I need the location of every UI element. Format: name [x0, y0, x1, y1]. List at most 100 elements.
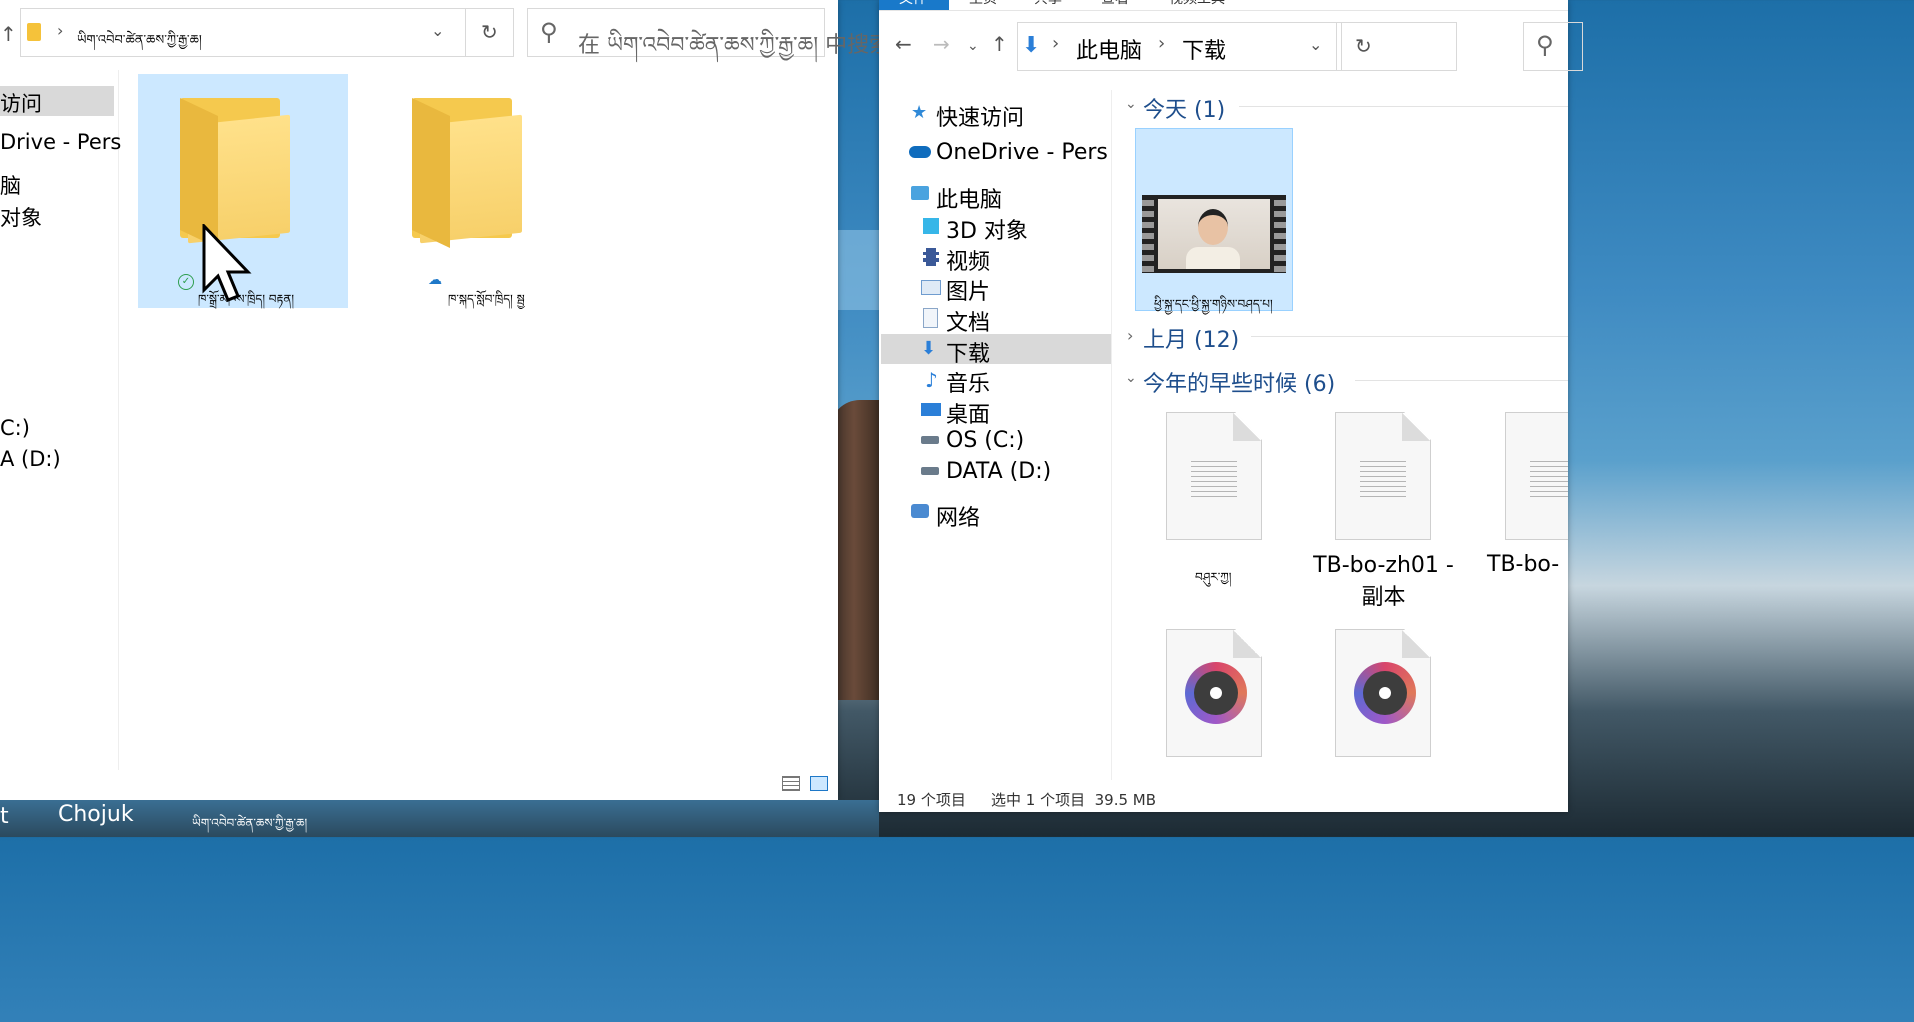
taskbar: t Chojuk ཡིག་འབེབ་ཚེན་ཆས་ཀྱི་རྒྱ་ཆ།: [0, 800, 879, 837]
nav-item-this-pc[interactable]: 此电脑: [936, 182, 1002, 214]
download-icon: ⬇: [1022, 33, 1041, 58]
chevron-right-icon: ›: [1052, 33, 1060, 54]
ribbon: 文件 主页 共享 查看 视频工具: [879, 0, 1568, 11]
music-disc-icon: [1185, 662, 1247, 724]
film-icon: [923, 248, 939, 266]
forward-arrow-icon[interactable]: →: [933, 32, 950, 56]
search-icon: ⚲: [540, 18, 558, 46]
search-box[interactable]: ⚲: [1523, 22, 1583, 71]
file-name: TB-bo-: [1487, 552, 1560, 577]
address-bar[interactable]: ⬇ › 此电脑 › 下载: [1017, 22, 1337, 71]
file-name: ཕྱི་སྐྱ་དང་ཕྱི་སྐྱ་གཉིས་བཤད་པ།: [1154, 297, 1273, 311]
details-view-icon[interactable]: [782, 776, 800, 791]
audio-file-item[interactable]: [1335, 629, 1431, 779]
drive-os-icon: [921, 436, 939, 444]
search-placeholder: 在 ཡིག་འབེབ་ཚེན་ཆས་ཀྱི་རྒྱ་ཆ། 中搜索: [578, 33, 892, 58]
text-document-icon: [1505, 412, 1568, 540]
address-path: ཡིག་འབེབ་ཚེན་ཆས་ཀྱི་རྒྱ་ཆ།: [77, 33, 202, 48]
chevron-down-icon[interactable]: ⌄: [1309, 35, 1322, 54]
download-icon: ⬇: [921, 338, 937, 359]
tab-home[interactable]: 主页: [969, 0, 997, 8]
drive-icon: [921, 467, 939, 475]
nav-item-quick-access[interactable]: 访问: [0, 88, 42, 118]
item-count: 19 个项目: [897, 791, 966, 809]
audio-document-icon: [1166, 629, 1262, 757]
nav-item-videos[interactable]: 视频: [946, 244, 990, 276]
large-icons-view-icon[interactable]: [810, 776, 828, 791]
file-item[interactable]: བཤུར་ཀྱ།: [1159, 412, 1309, 612]
refresh-icon[interactable]: ↻: [1355, 34, 1372, 58]
chevron-right-icon: ›: [57, 21, 64, 40]
nav-item-documents[interactable]: 文档: [946, 305, 990, 337]
back-arrow-icon[interactable]: ←: [895, 32, 912, 56]
folder-small-icon: [27, 23, 41, 41]
synced-check-icon: ✓: [178, 274, 194, 290]
nav-item-onedrive[interactable]: Drive - Pers: [0, 130, 121, 154]
chevron-down-icon[interactable]: ⌄: [1125, 370, 1137, 386]
up-arrow-icon[interactable]: ↑: [991, 32, 1008, 56]
desktop-wallpaper: [838, 230, 883, 310]
music-icon: ♪: [925, 368, 938, 392]
file-name: བཤུར་ཀྱ།: [1195, 570, 1232, 584]
breadcrumb-downloads[interactable]: 下载: [1182, 33, 1226, 65]
audio-file-item[interactable]: [1166, 629, 1262, 779]
music-disc-icon: [1354, 662, 1416, 724]
explorer-window-left: ↑ › ཡིག་འབེབ་ཚེན་ཆས་ཀྱི་རྒྱ་ཆ། ⌄ ↻ ⚲ 在 ཡ…: [0, 0, 891, 800]
star-icon: ★: [911, 102, 928, 123]
nav-item-onedrive[interactable]: OneDrive - Pers: [936, 140, 1108, 165]
navigation-pane: 访问 Drive - Pers 脑 对象 C:) A (D:): [0, 70, 121, 770]
tab-share[interactable]: 共享: [1034, 0, 1062, 8]
audio-document-icon: [1335, 629, 1431, 757]
nav-item-desktop[interactable]: 桌面: [946, 397, 990, 429]
network-icon: [911, 504, 929, 518]
chevron-down-icon[interactable]: ⌄: [431, 21, 444, 40]
refresh-icon[interactable]: ↻: [481, 20, 498, 44]
nav-item-drive-c[interactable]: OS (C:): [946, 428, 1024, 453]
folder-icon: [412, 98, 522, 248]
file-item[interactable]: TB-bo-: [1483, 412, 1568, 612]
tab-view[interactable]: 查看: [1101, 0, 1129, 8]
group-header-last-month[interactable]: 上月 (12): [1143, 322, 1239, 354]
nav-item-quick-access[interactable]: 快速访问: [936, 100, 1024, 132]
nav-item-network[interactable]: 网络: [936, 500, 980, 532]
nav-item-drive-c[interactable]: C:): [0, 416, 30, 440]
text-document-icon: [1166, 412, 1262, 540]
up-arrow-icon[interactable]: ↑: [0, 22, 17, 46]
taskbar-label[interactable]: t: [0, 804, 9, 829]
taskbar-label[interactable]: Chojuk: [58, 802, 134, 827]
nav-item-downloads[interactable]: 下载: [946, 336, 990, 368]
mouse-cursor-icon: [202, 224, 252, 302]
search-icon: ⚲: [1536, 31, 1554, 59]
group-header-today[interactable]: 今天 (1): [1143, 92, 1225, 124]
chevron-right-icon: ›: [1158, 33, 1166, 54]
chevron-right-icon[interactable]: ›: [1127, 326, 1133, 345]
nav-item-this-pc[interactable]: 脑: [0, 170, 21, 200]
group-header-earlier-this-year[interactable]: 今年的早些时候 (6): [1143, 366, 1335, 398]
navigation-pane: ★ 快速访问 OneDrive - Pers 此电脑 3D 对象 视频 图片 文…: [879, 90, 1112, 780]
computer-icon: [911, 186, 929, 200]
folder-name: ཁ་སྐད་སློབ་ཁྲིད། སྦྱ: [448, 292, 525, 306]
nav-item-drive-d[interactable]: A (D:): [0, 447, 61, 471]
explorer-window-right: 文件 主页 共享 查看 视频工具 ← → ⌄ ↑ ⬇ › 此电脑 › 下载 ⌄ …: [879, 0, 1583, 812]
folder-item[interactable]: ☁ ཁ་སྐད་སློབ་ཁྲིད། སྦྱ: [372, 74, 582, 308]
taskbar-label[interactable]: ཡིག་འབེབ་ཚེན་ཆས་ཀྱི་རྒྱ་ཆ།: [192, 810, 307, 844]
file-item[interactable]: TB-bo-zh01 - 副本: [1311, 412, 1481, 612]
picture-icon: [921, 280, 941, 295]
cloud-icon: [909, 146, 931, 158]
address-bar[interactable]: › ཡིག་འབེབ་ཚེན་ཆས་ཀྱི་རྒྱ་ཆ། ⌄ ↻: [20, 8, 514, 57]
nav-item-drive-d[interactable]: DATA (D:): [946, 459, 1051, 484]
video-file-item[interactable]: ཕྱི་སྐྱ་དང་ཕྱི་སྐྱ་གཉིས་བཤད་པ།: [1135, 128, 1293, 311]
search-box[interactable]: ⚲ 在 ཡིག་འབེབ་ཚེན་ཆས་ཀྱི་རྒྱ་ཆ། 中搜索: [527, 8, 891, 58]
nav-item-pictures[interactable]: 图片: [946, 274, 990, 306]
file-name: TB-bo-zh01 - 副本: [1313, 553, 1454, 610]
breadcrumb-this-pc[interactable]: 此电脑: [1076, 33, 1142, 65]
tab-file[interactable]: 文件: [899, 0, 927, 8]
nav-item-3d-objects[interactable]: 3D 对象: [946, 213, 1028, 245]
nav-item-3d-objects[interactable]: 对象: [0, 202, 42, 232]
video-thumbnail: [1142, 195, 1286, 273]
document-icon: [923, 308, 938, 328]
tab-video-tools[interactable]: 视频工具: [1169, 0, 1225, 8]
recent-locations-icon[interactable]: ⌄: [967, 38, 979, 54]
chevron-down-icon[interactable]: ⌄: [1125, 96, 1137, 112]
nav-item-music[interactable]: 音乐: [946, 366, 990, 398]
